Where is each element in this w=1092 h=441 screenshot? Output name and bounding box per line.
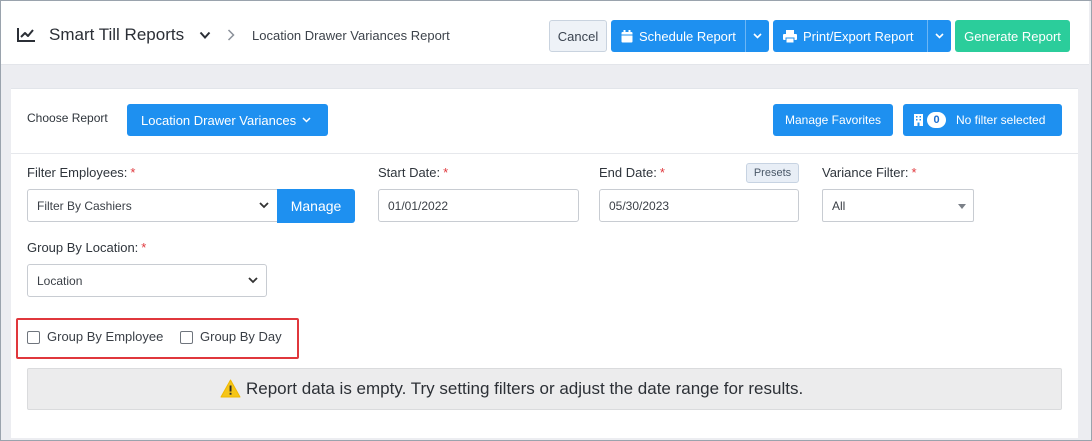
filter-employees-value: Filter By Cashiers [37, 198, 132, 213]
end-date-value: 05/30/2023 [609, 198, 670, 213]
warning-icon [220, 379, 241, 398]
filter-employees-select[interactable]: Filter By Cashiers [27, 189, 278, 222]
print-export-button[interactable]: Print/Export Report [773, 20, 951, 52]
generate-report-label: Generate Report [964, 28, 1061, 44]
chevron-down-icon [753, 33, 762, 39]
filter-employees-label: Filter Employees: * [27, 165, 135, 180]
report-select-dropdown[interactable]: Location Drawer Variances [127, 104, 328, 136]
group-location-select[interactable]: Location [27, 264, 267, 297]
chevron-down-icon [248, 277, 258, 284]
variance-filter-text: Variance Filter: [822, 165, 909, 180]
variance-filter-select[interactable]: All [822, 189, 974, 222]
group-location-label: Group By Location: * [27, 240, 146, 255]
filter-employees-text: Filter Employees: [27, 165, 128, 180]
chevron-right-icon [227, 29, 235, 41]
filter-count-badge: 0 [927, 112, 946, 128]
filter-status-label: No filter selected [956, 113, 1046, 127]
chevron-down-icon [259, 202, 269, 209]
cancel-button[interactable]: Cancel [549, 20, 607, 52]
breadcrumb-current: Location Drawer Variances Report [252, 28, 450, 43]
start-date-text: Start Date: [378, 165, 441, 180]
cancel-label: Cancel [557, 28, 599, 44]
group-by-employee-label[interactable]: Group By Employee [47, 329, 163, 344]
divider [11, 153, 1078, 154]
chevron-down-icon [935, 33, 944, 39]
chart-line-icon [17, 28, 35, 42]
app-title[interactable]: Smart Till Reports [49, 25, 184, 45]
manage-favorites-button[interactable]: Manage Favorites [773, 104, 893, 136]
required-marker: * [141, 240, 147, 255]
building-icon [914, 114, 923, 126]
generate-report-button[interactable]: Generate Report [955, 20, 1070, 52]
manage-label: Manage [290, 198, 342, 214]
end-date-text: End Date: [599, 165, 657, 180]
chevron-down-icon [302, 117, 311, 123]
presets-label: Presets [753, 167, 792, 179]
end-date-label: End Date: * [599, 165, 665, 180]
start-date-value: 01/01/2022 [388, 198, 449, 213]
variance-filter-value: All [832, 198, 846, 213]
required-marker: * [130, 165, 136, 180]
end-date-input[interactable]: 05/30/2023 [599, 189, 799, 222]
schedule-dropdown-toggle[interactable] [745, 20, 769, 52]
variance-filter-label: Variance Filter: * [822, 165, 917, 180]
schedule-report-label: Schedule Report [639, 28, 736, 44]
start-date-input[interactable]: 01/01/2022 [378, 189, 579, 222]
group-by-day-label[interactable]: Group By Day [200, 329, 282, 344]
filter-status-button[interactable]: 0 No filter selected [903, 104, 1062, 136]
printer-icon [783, 29, 797, 43]
print-dropdown-toggle[interactable] [927, 20, 951, 52]
group-by-employee-checkbox[interactable] [27, 331, 40, 344]
required-marker: * [443, 165, 449, 180]
manage-employees-button[interactable]: Manage [277, 189, 355, 223]
manage-favorites-label: Manage Favorites [784, 113, 882, 127]
group-location-text: Group By Location: [27, 240, 139, 255]
empty-report-message: Report data is empty. Try setting filter… [246, 379, 804, 398]
start-date-label: Start Date: * [378, 165, 448, 180]
caret-down-icon [958, 204, 966, 209]
presets-button[interactable]: Presets [746, 163, 799, 183]
required-marker: * [911, 165, 917, 180]
required-marker: * [659, 165, 665, 180]
choose-report-label: Choose Report [27, 111, 108, 125]
selected-report: Location Drawer Variances [141, 112, 297, 128]
schedule-report-button[interactable]: Schedule Report [611, 20, 769, 52]
group-by-day-checkbox[interactable] [180, 331, 193, 344]
print-export-label: Print/Export Report [803, 28, 914, 44]
chevron-down-icon[interactable] [199, 31, 211, 40]
calendar-icon [621, 29, 633, 42]
group-location-value: Location [37, 273, 83, 288]
